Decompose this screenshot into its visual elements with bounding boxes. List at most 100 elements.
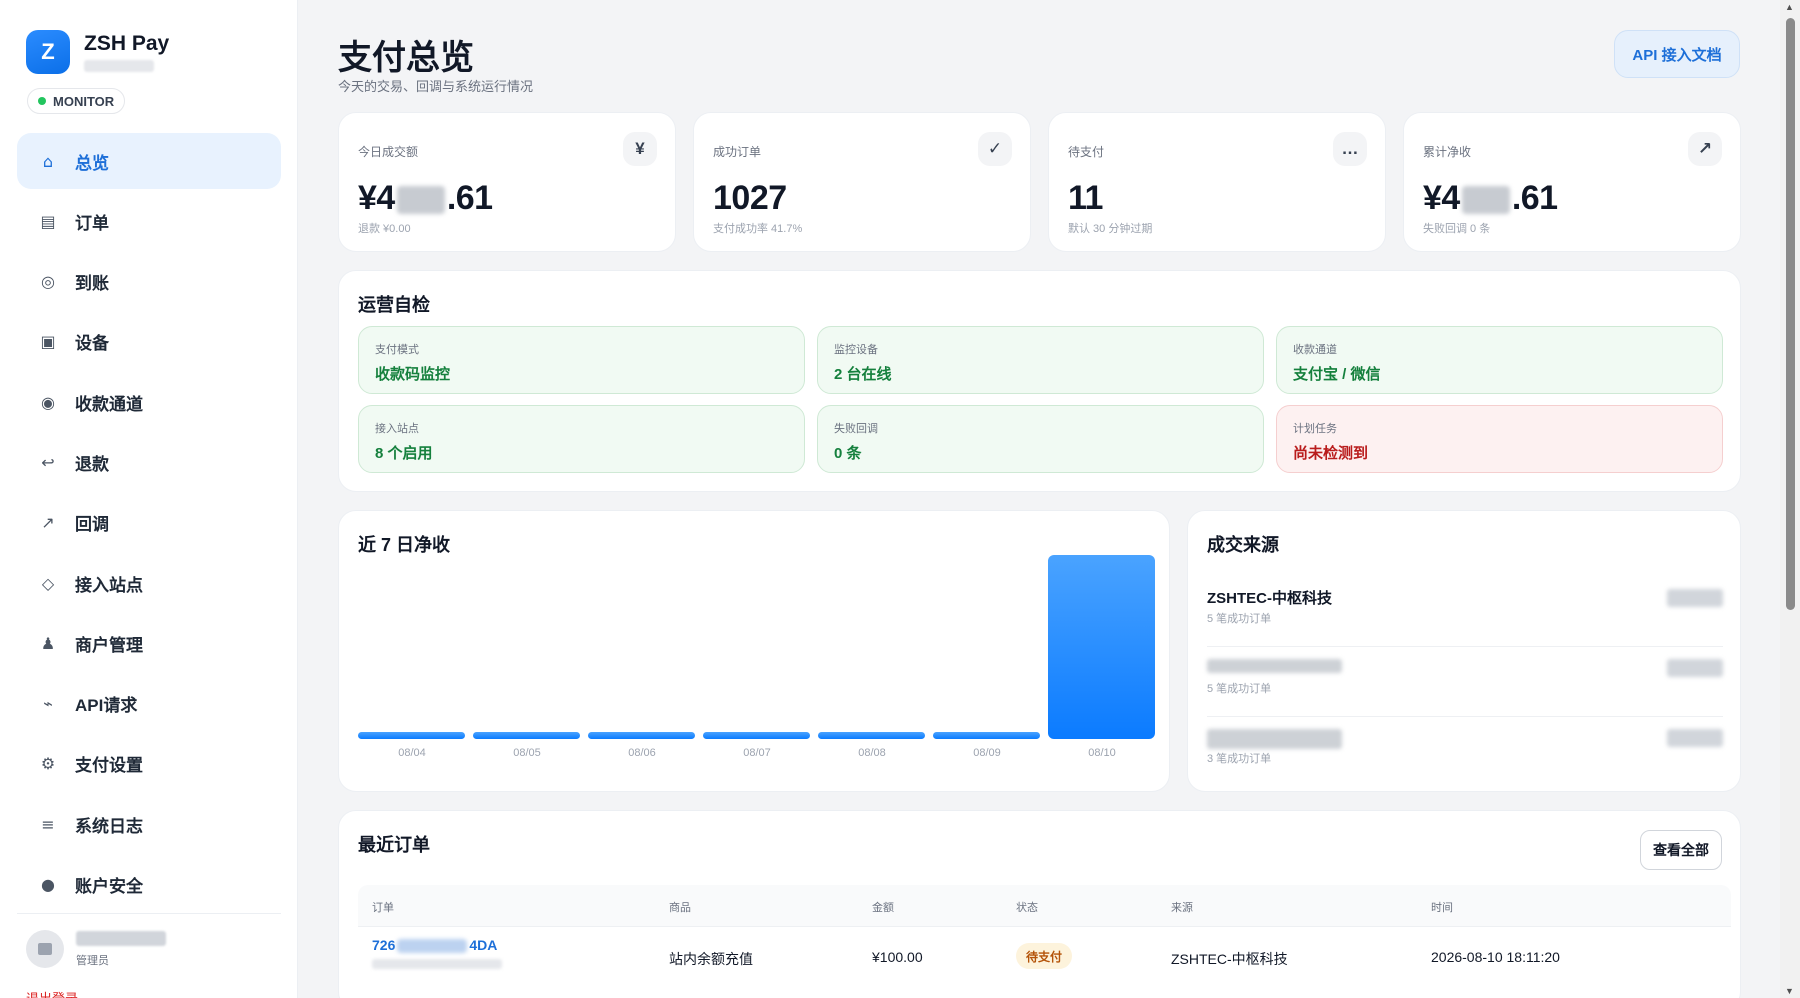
sidebar-item-label: 账户安全 (75, 877, 143, 897)
source-count: 5 笔成功订单 (1207, 613, 1272, 625)
source-name-redacted (1207, 659, 1342, 673)
chart-bar-08-07[interactable] (703, 731, 810, 739)
source-amount-redacted (1667, 659, 1723, 677)
page-subtitle: 今天的交易、回调与系统运行情况 (338, 79, 534, 94)
sidebar-item-label: API请求 (75, 696, 138, 716)
sidebar-item-overview[interactable]: ⌂ 总览 (17, 133, 281, 189)
list-item[interactable]: ZSHTEC-中枢科技 5 笔成功订单 (1207, 577, 1723, 647)
section-title: 最近订单 (358, 835, 430, 855)
check-icon: ✓ (978, 132, 1012, 166)
column-header-source[interactable]: 来源 (1171, 899, 1193, 915)
column-header-status[interactable]: 状态 (1016, 899, 1038, 915)
check-label: 计划任务 (1293, 423, 1337, 435)
sidebar-item-label: 回调 (75, 515, 109, 535)
check-value: 2 台在线 (834, 366, 892, 383)
chart-bar-08-10[interactable] (1048, 555, 1155, 739)
source-name-redacted (1207, 729, 1342, 749)
recent-orders-card: 最近订单 查看全部 订单 商品 金额 状态 来源 时间 726 4DA 站内余额充… (338, 810, 1741, 998)
check-value: 支付宝 / 微信 (1293, 366, 1381, 383)
chart-bar-08-04[interactable] (358, 731, 465, 739)
chart-bar-08-06[interactable] (588, 731, 695, 739)
list-item[interactable]: 3 笔成功订单 (1207, 717, 1723, 787)
chart-tick-label: 08/10 (1088, 747, 1116, 759)
list-icon: ▤ (40, 211, 56, 231)
brand-subtitle-redacted (84, 60, 154, 72)
sidebar-item-arrivals[interactable]: ◎ 到账 (17, 254, 281, 310)
chart-bar-08-05[interactable] (473, 731, 580, 739)
stat-value: 11 (1068, 179, 1103, 217)
check-tile-scheduled-task: 计划任务 尚未检测到 (1276, 405, 1723, 473)
check-value: 8 个启用 (375, 445, 433, 462)
section-title: 成交来源 (1207, 535, 1279, 555)
scrollbar[interactable]: ▲ ▼ (1780, 0, 1800, 998)
pulse-icon: ⌁ (43, 694, 53, 714)
avatar (26, 930, 64, 968)
sidebar-item-channels[interactable]: ◉ 收款通道 (17, 374, 281, 430)
sidebar-item-account-security[interactable]: ● 账户安全 (17, 857, 281, 913)
user-profile[interactable]: 管理员 (26, 930, 166, 968)
sidebar-item-callbacks[interactable]: ↗ 回调 (17, 495, 281, 551)
sidebar-item-refunds[interactable]: ↩ 退款 (17, 434, 281, 490)
check-label: 收款通道 (1293, 344, 1337, 356)
brand-name: ZSH Pay (84, 32, 170, 55)
sidebar-nav: ⌂ 总览 ▤ 订单 ◎ 到账 ▣ 设备 ◉ 收款通道 ↩ 退款 ↗ 回调 ◇ 接 (17, 133, 281, 917)
sidebar-item-merchants[interactable]: ♟ 商户管理 (17, 615, 281, 671)
sidebar-item-label: 支付设置 (75, 756, 143, 776)
user-icon: ♟ (40, 633, 56, 653)
scrollbar-thumb[interactable] (1786, 18, 1795, 610)
api-docs-button[interactable]: API 接入文档 (1614, 30, 1740, 78)
scroll-up-arrow-icon[interactable]: ▲ (1785, 2, 1794, 12)
column-header-time[interactable]: 时间 (1431, 899, 1453, 915)
sidebar-item-label: 总览 (75, 153, 109, 173)
check-label: 失败回调 (834, 423, 878, 435)
chart-tick-label: 08/06 (628, 747, 656, 759)
target-icon: ◎ (41, 272, 55, 292)
sidebar-item-label: 到账 (75, 274, 109, 294)
check-tile-payment-mode: 支付模式 收款码监控 (358, 326, 805, 394)
sidebar-divider (17, 913, 281, 914)
sidebar: Z ZSH Pay MONITOR ⌂ 总览 ▤ 订单 ◎ 到账 ▣ 设备 ◉ … (0, 0, 298, 998)
sidebar-item-devices[interactable]: ▣ 设备 (17, 314, 281, 370)
column-header-order[interactable]: 订单 (372, 899, 394, 915)
check-tile-channels: 收款通道 支付宝 / 微信 (1276, 326, 1723, 394)
logout-link[interactable]: 退出登录 (26, 988, 78, 998)
sidebar-item-payment-settings[interactable]: ⚙ 支付设置 (17, 736, 281, 792)
user-name-redacted (76, 930, 166, 946)
sidebar-item-label: 接入站点 (75, 575, 143, 595)
source-count: 5 笔成功订单 (1207, 683, 1272, 695)
column-header-amount[interactable]: 金额 (872, 899, 894, 915)
main-content: 支付总览 今天的交易、回调与系统运行情况 API 接入文档 今日成交额 ¥ ¥4… (298, 0, 1780, 998)
column-header-product[interactable]: 商品 (669, 899, 691, 915)
stat-note: 退款 ¥0.00 (358, 223, 411, 235)
check-tile-monitor-devices: 监控设备 2 台在线 (817, 326, 1264, 394)
stat-card-pending: 待支付 … 11 默认 30 分钟过期 (1048, 112, 1386, 252)
scroll-down-arrow-icon[interactable]: ▼ (1785, 986, 1794, 996)
view-all-button[interactable]: 查看全部 (1640, 830, 1722, 870)
user-role: 管理员 (76, 954, 109, 967)
ops-self-check-card: 运营自检 支付模式 收款码监控 监控设备 2 台在线 收款通道 支付宝 / 微信… (338, 270, 1741, 492)
chart-tick-label: 08/04 (398, 747, 426, 759)
order-amount: ¥100.00 (872, 949, 923, 965)
chart-bar-08-08[interactable] (818, 731, 925, 739)
sidebar-item-orders[interactable]: ▤ 订单 (17, 193, 281, 249)
stat-label: 累计净收 (1423, 145, 1472, 159)
chart-bar-08-09[interactable] (933, 731, 1040, 739)
check-value: 0 条 (834, 445, 862, 462)
check-label: 接入站点 (375, 423, 419, 435)
brand-logo: Z (26, 30, 70, 74)
sidebar-item-system-logs[interactable]: ≡ 系统日志 (17, 796, 281, 852)
ellipsis-icon: … (1333, 132, 1367, 166)
stat-card-today-revenue: 今日成交额 ¥ ¥4.61 退款 ¥0.00 (338, 112, 676, 252)
chart-tick-label: 08/05 (513, 747, 541, 759)
monitor-badge-label: MONITOR (53, 93, 115, 109)
sidebar-item-api-requests[interactable]: ⌁ API请求 (17, 676, 281, 732)
brand[interactable]: Z ZSH Pay (26, 30, 169, 74)
check-label: 监控设备 (834, 344, 878, 356)
gear-icon: ⚙ (40, 754, 56, 774)
stat-value: ¥4.61 (358, 179, 493, 217)
sidebar-item-sites[interactable]: ◇ 接入站点 (17, 555, 281, 611)
list-item[interactable]: 5 笔成功订单 (1207, 647, 1723, 717)
order-id-link[interactable]: 726 4DA (372, 937, 497, 954)
stat-note: 支付成功率 41.7% (713, 223, 803, 235)
order-subtext-redacted (372, 959, 502, 969)
